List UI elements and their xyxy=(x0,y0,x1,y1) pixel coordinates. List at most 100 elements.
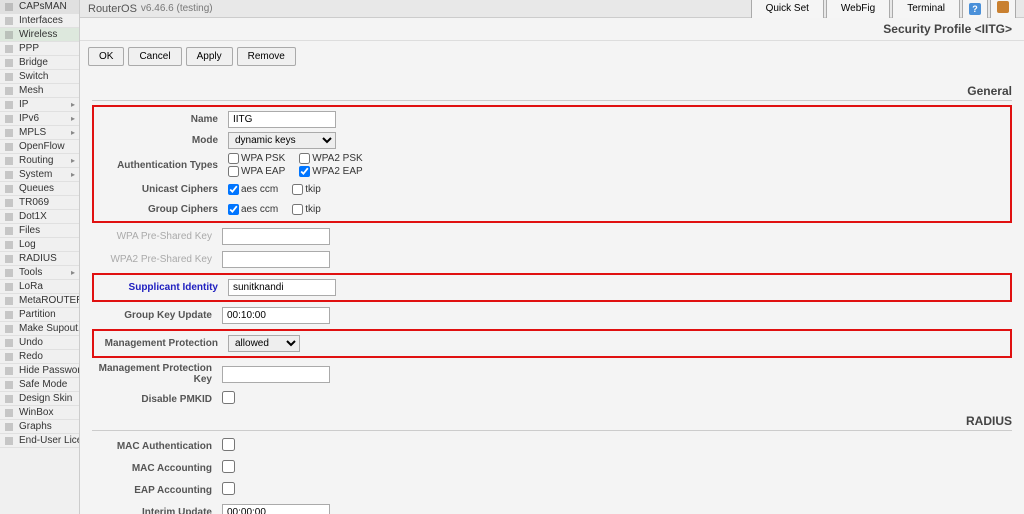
wpa-psk-key-label: WPA Pre-Shared Key xyxy=(92,231,222,242)
sidebar-item-winbox[interactable]: WinBox xyxy=(0,406,79,420)
help-icon: ? xyxy=(969,3,981,15)
sidebar-item-label: Design Skin xyxy=(19,393,72,404)
menu-icon xyxy=(4,296,16,306)
sidebar-item-ppp[interactable]: PPP xyxy=(0,42,79,56)
mode-select[interactable]: dynamic keys xyxy=(228,132,336,149)
menu-icon xyxy=(4,58,16,68)
app-version: v6.46.6 (testing) xyxy=(141,3,213,14)
wpa-psk-input[interactable] xyxy=(222,228,330,245)
ok-button[interactable]: OK xyxy=(88,47,124,66)
unicast-aes-checkbox[interactable] xyxy=(228,184,239,195)
sidebar-item-label: Files xyxy=(19,225,40,236)
logout-button[interactable] xyxy=(990,0,1016,19)
menu-icon xyxy=(4,408,16,418)
mgmt-prot-key-input[interactable] xyxy=(222,366,330,383)
sidebar-item-design-skin[interactable]: Design Skin xyxy=(0,392,79,406)
name-label: Name xyxy=(98,114,228,125)
sidebar-item-label: Graphs xyxy=(19,421,52,432)
menu-icon xyxy=(4,422,16,432)
sidebar-item-switch[interactable]: Switch xyxy=(0,70,79,84)
mgmt-prot-select[interactable]: allowed xyxy=(228,335,300,352)
sidebar-item-make-supout-rif[interactable]: Make Supout.rif xyxy=(0,322,79,336)
sidebar-item-files[interactable]: Files xyxy=(0,224,79,238)
sidebar-item-mesh[interactable]: Mesh xyxy=(0,84,79,98)
sidebar-item-redo[interactable]: Redo xyxy=(0,350,79,364)
disable-pmkid-label: Disable PMKID xyxy=(92,394,222,405)
sidebar-item-capsman[interactable]: CAPsMAN xyxy=(0,0,79,14)
sidebar-item-bridge[interactable]: Bridge xyxy=(0,56,79,70)
sidebar-item-label: Partition xyxy=(19,309,56,320)
sidebar-item-routing[interactable]: Routing▸ xyxy=(0,154,79,168)
wpa-psk-checkbox[interactable] xyxy=(228,153,239,164)
auth-types-label: Authentication Types xyxy=(98,160,228,171)
sidebar-item-log[interactable]: Log xyxy=(0,238,79,252)
menu-icon xyxy=(4,142,16,152)
interim-input[interactable] xyxy=(222,504,330,514)
menu-icon xyxy=(4,366,16,376)
menu-icon xyxy=(4,352,16,362)
sidebar-item-wireless[interactable]: Wireless xyxy=(0,28,79,42)
wpa2-psk-input[interactable] xyxy=(222,251,330,268)
sidebar-item-label: RADIUS xyxy=(19,253,57,264)
group-aes-checkbox[interactable] xyxy=(228,204,239,215)
highlight-general: Name Mode dynamic keys Authentication Ty… xyxy=(92,105,1012,223)
webfig-button[interactable]: WebFig xyxy=(826,0,890,19)
group-key-update-input[interactable] xyxy=(222,307,330,324)
sidebar-item-label: Undo xyxy=(19,337,43,348)
sidebar-item-mpls[interactable]: MPLS ▸ xyxy=(0,126,79,140)
sidebar-item-tools[interactable]: Tools▸ xyxy=(0,266,79,280)
mac-acct-checkbox[interactable] xyxy=(222,460,235,473)
sidebar-item-interfaces[interactable]: Interfaces xyxy=(0,14,79,28)
sidebar-item-dot1x[interactable]: Dot1X xyxy=(0,210,79,224)
sidebar-item-tr069[interactable]: TR069 xyxy=(0,196,79,210)
menu-icon xyxy=(4,86,16,96)
eap-acct-checkbox[interactable] xyxy=(222,482,235,495)
sidebar-item-metarouter[interactable]: MetaROUTER xyxy=(0,294,79,308)
sidebar-item-graphs[interactable]: Graphs xyxy=(0,420,79,434)
sidebar-item-label: IP xyxy=(19,99,28,110)
sidebar-item-radius[interactable]: RADIUS xyxy=(0,252,79,266)
toolbar: OK Cancel Apply Remove xyxy=(80,41,1024,72)
sidebar-item-ipv6[interactable]: IPv6▸ xyxy=(0,112,79,126)
menu-icon xyxy=(4,170,16,180)
sidebar-item-label: Bridge xyxy=(19,57,48,68)
sidebar-item-queues[interactable]: Queues xyxy=(0,182,79,196)
sidebar-item-undo[interactable]: Undo xyxy=(0,336,79,350)
help-button[interactable]: ? xyxy=(962,0,988,19)
main: RouterOS v6.46.6 (testing) Quick Set Web… xyxy=(80,0,1024,514)
sidebar-item-label: Queues xyxy=(19,183,54,194)
unicast-tkip-checkbox[interactable] xyxy=(292,184,303,195)
sidebar-item-label: PPP xyxy=(19,43,39,54)
quick-set-button[interactable]: Quick Set xyxy=(751,0,824,19)
sidebar-item-end-user-license[interactable]: End-User License xyxy=(0,434,79,448)
wpa-eap-checkbox[interactable] xyxy=(228,166,239,177)
wpa-psk-label: WPA PSK xyxy=(241,153,285,164)
content: General Name Mode dynamic keys Authentic… xyxy=(80,72,1024,514)
name-input[interactable] xyxy=(228,111,336,128)
sidebar-item-openflow[interactable]: OpenFlow xyxy=(0,140,79,154)
terminal-button[interactable]: Terminal xyxy=(892,0,960,19)
chevron-right-icon: ▸ xyxy=(71,128,75,137)
disable-pmkid-checkbox[interactable] xyxy=(222,391,235,404)
sidebar-item-partition[interactable]: Partition xyxy=(0,308,79,322)
sidebar-item-lora[interactable]: LoRa xyxy=(0,280,79,294)
wpa2-eap-checkbox[interactable] xyxy=(299,166,310,177)
cancel-button[interactable]: Cancel xyxy=(128,47,181,66)
apply-button[interactable]: Apply xyxy=(186,47,233,66)
sidebar-item-system[interactable]: System▸ xyxy=(0,168,79,182)
sidebar-item-label: WinBox xyxy=(19,407,53,418)
supplicant-input[interactable] xyxy=(228,279,336,296)
sidebar-item-label: MPLS xyxy=(19,127,46,138)
wpa2-psk-key-label: WPA2 Pre-Shared Key xyxy=(92,254,222,265)
wpa2-psk-checkbox[interactable] xyxy=(299,153,310,164)
menu-icon xyxy=(4,212,16,222)
menu-icon xyxy=(4,380,16,390)
sidebar-item-ip[interactable]: IP▸ xyxy=(0,98,79,112)
sidebar-item-label: LoRa xyxy=(19,281,43,292)
sidebar-item-label: Wireless xyxy=(19,29,57,40)
group-tkip-checkbox[interactable] xyxy=(292,204,303,215)
remove-button[interactable]: Remove xyxy=(237,47,296,66)
sidebar-item-hide-passwords[interactable]: Hide Passwords xyxy=(0,364,79,378)
mac-auth-checkbox[interactable] xyxy=(222,438,235,451)
sidebar-item-safe-mode[interactable]: Safe Mode xyxy=(0,378,79,392)
